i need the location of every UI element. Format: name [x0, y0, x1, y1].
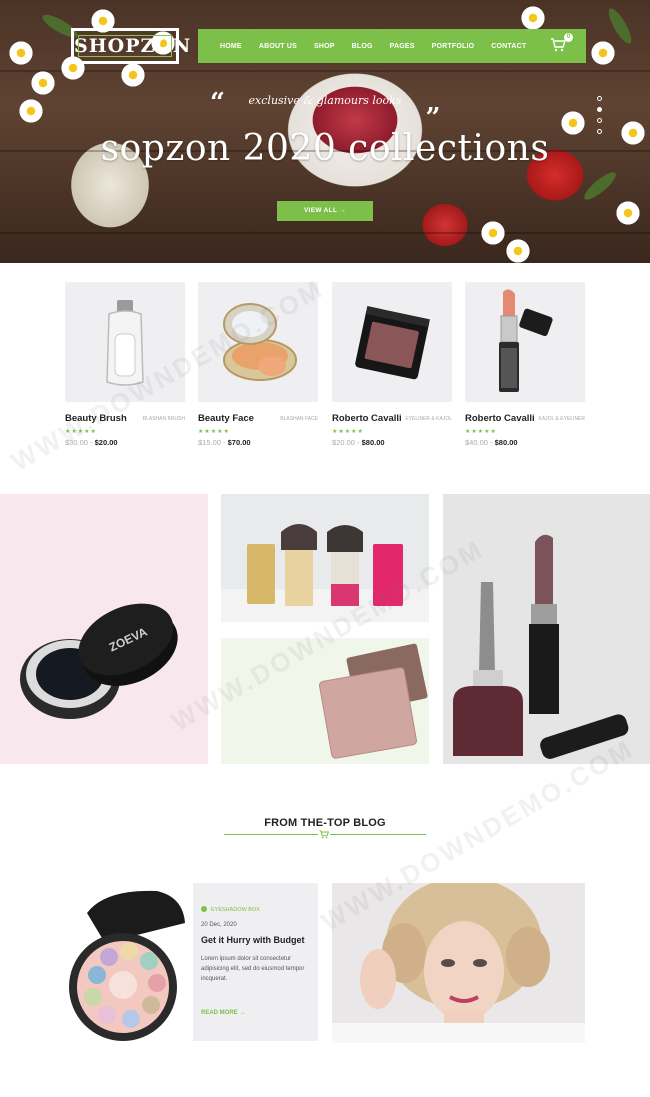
slider-dot[interactable]	[597, 118, 602, 123]
hero-banner: SHOPZON HOME ABOUT US SHOP BLOG PAGES PO…	[0, 0, 650, 263]
product-price: $30.00 - $20.00	[65, 438, 118, 447]
nav-contact[interactable]: CONTACT	[491, 43, 526, 50]
product-category: KAJOL & EYELINER	[538, 416, 586, 422]
product-name[interactable]: Roberto Cavalli	[465, 413, 535, 424]
cart-icon	[318, 830, 330, 840]
blog-section-title: FROM THE-TOP BLOG	[264, 817, 386, 829]
nav-shop[interactable]: SHOP	[314, 43, 335, 50]
blog-portrait-image[interactable]	[332, 883, 585, 1043]
product-price: $20.00 - $80.00	[332, 438, 385, 447]
product-card[interactable]: Roberto Cavalli EYELINER & KAJOL ★★★★★ $…	[332, 282, 452, 447]
blog-post-date: 20 Dec, 2020	[201, 922, 237, 928]
main-nav: HOME ABOUT US SHOP BLOG PAGES PORTFOLIO …	[198, 29, 586, 63]
rating-stars: ★★★★★	[198, 429, 230, 435]
product-name[interactable]: Roberto Cavalli	[332, 413, 402, 424]
rating-stars: ★★★★★	[465, 429, 497, 435]
product-image[interactable]	[332, 282, 452, 402]
cart-icon	[551, 38, 566, 52]
banner-eyeliner-jar[interactable]: ZOEVA	[0, 494, 208, 764]
blog-post-excerpt: Lorem ipsum dolor sit consectetur adipis…	[201, 956, 305, 982]
product-card[interactable]: Roberto Cavalli KAJOL & EYELINER ★★★★★ $…	[465, 282, 585, 447]
product-price: $15.00 - $70.00	[198, 438, 251, 447]
nav-portfolio[interactable]: PORTFOLIO	[432, 43, 475, 50]
view-all-button[interactable]: VIEW ALL →	[277, 201, 373, 221]
nav-about-us[interactable]: ABOUT US	[259, 43, 297, 50]
product-category: BLASHAN FACE	[280, 416, 318, 422]
blog-post-tag[interactable]: EYESHADOW BOX	[201, 907, 260, 913]
product-price: $40.00 - $80.00	[465, 438, 518, 447]
cart-count-badge: 0	[564, 33, 573, 42]
banner-eyeshadow[interactable]	[221, 638, 429, 764]
rating-stars: ★★★★★	[65, 429, 97, 435]
blog-post-card[interactable]: EYESHADOW BOX 20 Dec, 2020 Get it Hurry …	[65, 883, 318, 1041]
hero-tagline: exclusive & glamours looks	[248, 94, 402, 107]
slider-dot[interactable]	[597, 129, 602, 134]
nav-pages[interactable]: PAGES	[390, 43, 415, 50]
product-card[interactable]: Beauty Face BLASHAN FACE ★★★★★ $15.00 - …	[198, 282, 318, 447]
product-image[interactable]	[65, 282, 185, 402]
product-name[interactable]: Beauty Face	[198, 413, 254, 424]
product-card[interactable]: Beauty Brush BLASHAN BRUSH ★★★★★ $30.00 …	[65, 282, 185, 447]
slider-dot[interactable]	[597, 96, 602, 101]
nav-blog[interactable]: BLOG	[352, 43, 373, 50]
hero-title: sopzon 2020 collections	[100, 128, 550, 169]
read-more-link[interactable]: READ MORE →	[201, 1010, 245, 1016]
cart-button[interactable]: 0	[550, 33, 573, 52]
banner-brushes[interactable]	[221, 494, 429, 622]
slider-dot-active[interactable]	[597, 107, 602, 112]
product-category: EYELINER & KAJOL	[405, 416, 452, 422]
product-image[interactable]	[198, 282, 318, 402]
blog-post-title[interactable]: Get it Hurry with Budget	[201, 935, 305, 945]
product-category: BLASHAN BRUSH	[142, 416, 185, 422]
nav-home[interactable]: HOME	[220, 43, 242, 50]
logo[interactable]: SHOPZON	[71, 28, 190, 64]
rating-stars: ★★★★★	[332, 429, 364, 435]
slider-dots	[597, 96, 602, 134]
blog-post-image[interactable]	[65, 883, 193, 1041]
product-name[interactable]: Beauty Brush	[65, 413, 127, 424]
banner-lipstick-nailpolish[interactable]	[443, 494, 650, 764]
product-image[interactable]	[465, 282, 585, 402]
